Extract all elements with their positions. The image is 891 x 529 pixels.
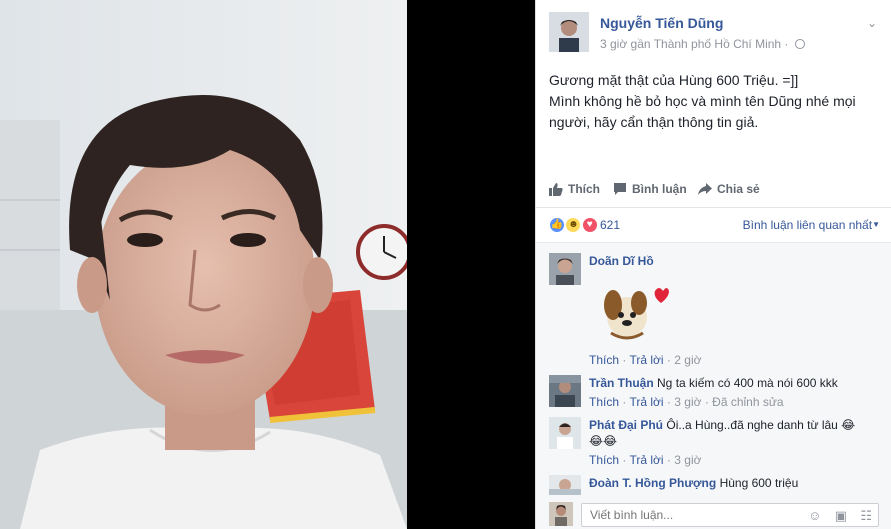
- post-action-bar: Thích Bình luận Chia sẻ: [536, 168, 891, 208]
- post-photo[interactable]: [0, 0, 407, 529]
- photo-viewer-stage: [0, 0, 535, 529]
- sticker-icon[interactable]: ☷: [860, 508, 872, 524]
- post-text-line: Mình không hề bỏ học và mình tên Dũng nh…: [549, 93, 856, 109]
- author-avatar[interactable]: [549, 12, 589, 52]
- comment-line: 😂😂: [589, 434, 617, 448]
- comment-like-link[interactable]: Thích: [589, 353, 619, 367]
- commenter-avatar[interactable]: [549, 417, 581, 449]
- comment-sort-label: Bình luận liên quan nhất: [742, 218, 873, 232]
- composer-icons: ☺ ▣ ☷: [798, 508, 872, 524]
- commenter-name[interactable]: Phát Đại Phú: [589, 418, 663, 432]
- post-text-line: Gương mặt thật của Hùng 600 Triệu. =]]: [549, 72, 799, 88]
- comment-list: Doãn Dĩ Hồ Thích · Trả lời · 2 giờ Trần …: [536, 242, 891, 499]
- smiley-icon[interactable]: ☺: [808, 508, 821, 523]
- chevron-down-icon[interactable]: ⌄: [867, 16, 877, 30]
- comment-like-link[interactable]: Thích: [589, 395, 619, 409]
- comment-text-continued: 😂😂: [589, 434, 618, 448]
- reactions-bar: 👍 ☻ ♥ 621 Bình luận liên quan nhất▼: [536, 208, 891, 242]
- commenter-name[interactable]: Trần Thuận: [589, 376, 654, 390]
- thumbs-up-icon: [549, 183, 563, 196]
- post-meta: 3 giờ gần Thành phố Hồ Chí Minh ·: [600, 37, 805, 51]
- like-button-label: Thích: [568, 182, 600, 196]
- commenter-avatar[interactable]: [549, 475, 581, 495]
- comment-meta: Thích · Trả lời · 2 giờ: [589, 353, 701, 367]
- comment-item: Trần Thuận Ng ta kiếm có 400 mà nói 600 …: [549, 375, 879, 415]
- comment-line: Trần Thuận Ng ta kiếm có 400 mà nói 600 …: [589, 376, 838, 390]
- share-arrow-icon: [698, 183, 712, 195]
- post-text: Gương mặt thật của Hùng 600 Triệu. =]] M…: [549, 70, 879, 133]
- comment-like-link[interactable]: Thích: [589, 453, 619, 467]
- comment-text: Hùng 600 triệu: [719, 476, 799, 490]
- like-reaction-icon: 👍: [549, 217, 565, 233]
- post-timestamp-location[interactable]: 3 giờ gần Thành phố Hồ Chí Minh ·: [600, 37, 788, 51]
- commenter-avatar[interactable]: [549, 253, 581, 285]
- comment-line: Đoàn T. Hồng Phượng Hùng 600 triệu: [589, 476, 798, 490]
- comment-item: Doãn Dĩ Hồ Thích · Trả lời · 2 giờ: [549, 253, 879, 368]
- share-button[interactable]: Chia sẻ: [698, 182, 760, 196]
- post-header: Nguyễn Tiến Dũng 3 giờ gần Thành phố Hồ …: [549, 12, 879, 54]
- comment-text: Ôi..a Hùng..đã nghe danh từ lâu 😂: [666, 418, 856, 432]
- author-name[interactable]: Nguyễn Tiến Dũng: [600, 15, 723, 31]
- comment-text: Ng ta kiếm có 400 mà nói 600 kkk: [657, 376, 838, 390]
- haha-reaction-icon: ☻: [565, 217, 582, 233]
- comment-sort-dropdown[interactable]: Bình luận liên quan nhất▼: [743, 218, 880, 232]
- reaction-icons[interactable]: 👍 ☻ ♥: [549, 216, 598, 234]
- commenter-name[interactable]: Đoàn T. Hồng Phượng: [589, 476, 716, 490]
- comment-time[interactable]: 3 giờ: [674, 395, 701, 409]
- dog-sticker[interactable]: [599, 283, 671, 345]
- share-button-label: Chia sẻ: [717, 182, 760, 196]
- comment-meta: Thích · Trả lời · 3 giờ · Đã chỉnh sửa: [589, 395, 784, 409]
- comment-button[interactable]: Bình luận: [613, 182, 687, 196]
- comment-line: Phát Đại Phú Ôi..a Hùng..đã nghe danh từ…: [589, 418, 855, 432]
- commenter-name[interactable]: Doãn Dĩ Hồ: [589, 254, 654, 268]
- comment-reply-link[interactable]: Trả lời: [629, 453, 663, 467]
- post-text-line: người, hãy cẩn thận thông tin giả.: [549, 114, 759, 130]
- camera-icon[interactable]: ▣: [835, 508, 847, 524]
- comment-item: Đoàn T. Hồng Phượng Hùng 600 triệu: [549, 475, 879, 499]
- speech-bubble-icon: [614, 183, 626, 195]
- comment-item: Phát Đại Phú Ôi..a Hùng..đã nghe danh từ…: [549, 417, 879, 467]
- like-button[interactable]: Thích: [549, 182, 600, 196]
- post-side-panel: Nguyễn Tiến Dũng 3 giờ gần Thành phố Hồ …: [535, 0, 891, 529]
- comment-time[interactable]: 3 giờ: [674, 453, 701, 467]
- globe-icon: [794, 39, 805, 49]
- comment-reply-link[interactable]: Trả lời: [629, 395, 663, 409]
- comment-time[interactable]: 2 giờ: [674, 353, 701, 367]
- love-reaction-icon: ♥: [581, 217, 598, 233]
- comment-meta: Thích · Trả lời · 3 giờ: [589, 453, 701, 467]
- reaction-count[interactable]: 621: [600, 218, 620, 232]
- caret-down-icon: ▼: [872, 220, 880, 229]
- current-user-avatar[interactable]: [549, 502, 573, 526]
- comment-composer: ☺ ▣ ☷: [536, 499, 891, 529]
- commenter-avatar[interactable]: [549, 375, 581, 407]
- comment-line: Doãn Dĩ Hồ: [589, 254, 654, 268]
- comment-edited-label[interactable]: Đã chỉnh sửa: [712, 395, 783, 409]
- comment-reply-link[interactable]: Trả lời: [629, 353, 663, 367]
- comment-button-label: Bình luận: [632, 182, 687, 196]
